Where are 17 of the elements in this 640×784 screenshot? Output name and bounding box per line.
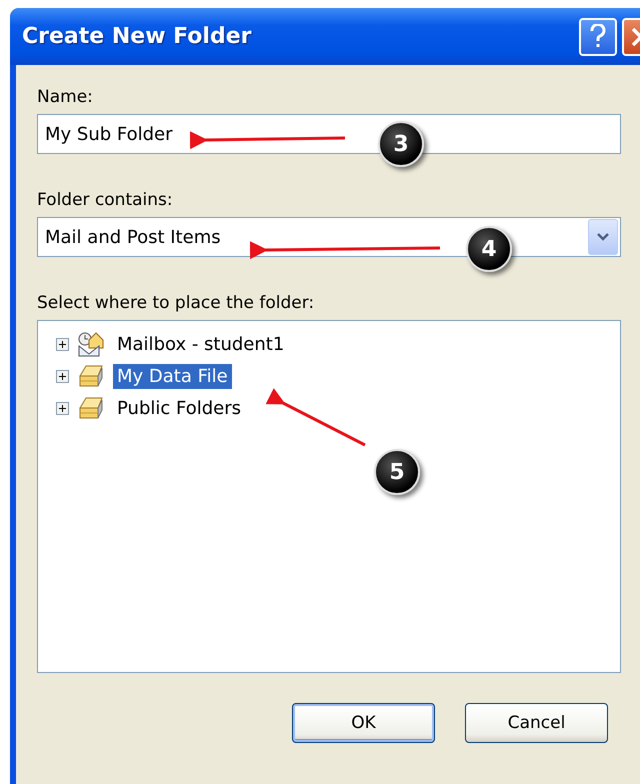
chevron-down-icon (597, 233, 609, 241)
dropdown-button[interactable] (588, 219, 618, 255)
tree-item[interactable]: Public Folders (113, 396, 245, 420)
plus-box-icon[interactable] (56, 402, 69, 414)
cancel-button[interactable]: Cancel (465, 703, 608, 743)
window-title: Create New Folder (22, 24, 252, 49)
mailbox-icon (77, 330, 105, 358)
tree-label: Select where to place the folder: (37, 293, 316, 313)
contains-label: Folder contains: (37, 190, 174, 210)
tree-item[interactable]: Mailbox - student1 (113, 332, 288, 356)
help-icon (589, 24, 607, 50)
plus-box-icon[interactable] (56, 338, 69, 350)
tree-item[interactable]: My Data File (113, 364, 232, 388)
name-label: Name: (37, 87, 94, 107)
ok-button[interactable]: OK (292, 703, 435, 743)
help-button[interactable] (579, 18, 617, 56)
plus-box-icon[interactable] (56, 370, 69, 382)
